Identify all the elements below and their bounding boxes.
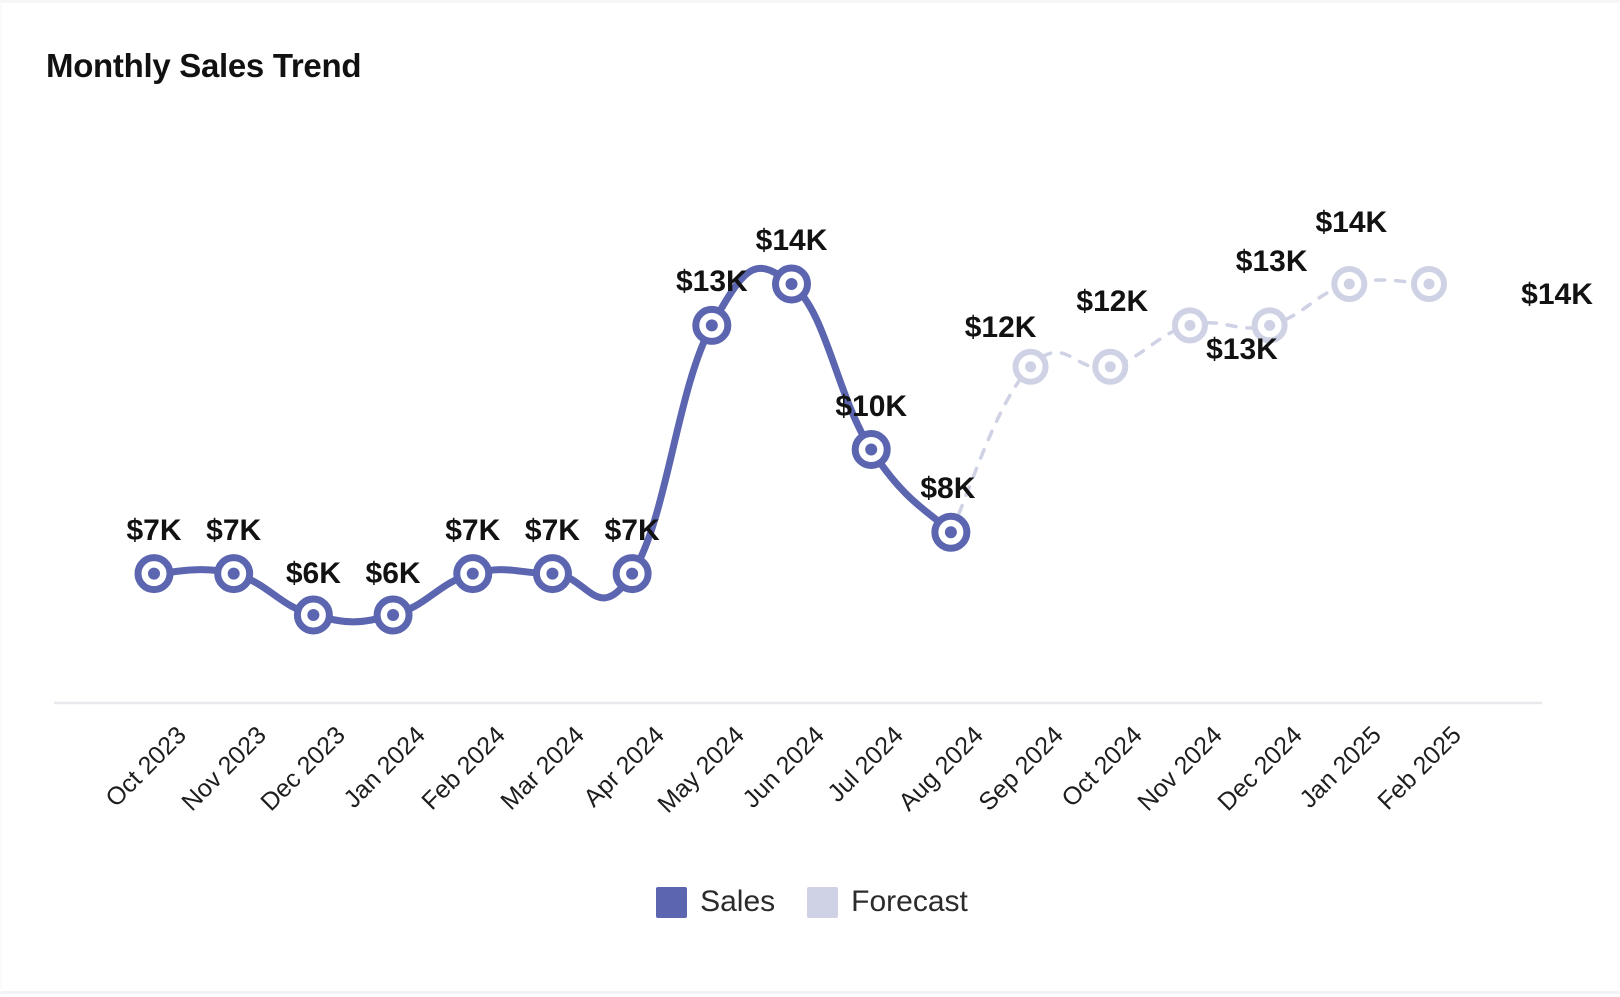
point-value-label: $13K <box>1235 245 1308 279</box>
data-point-core <box>387 609 400 621</box>
legend-item-forecast[interactable]: Forecast <box>807 885 968 919</box>
point-value-label: $7K <box>126 513 182 547</box>
series-layer <box>150 264 1431 626</box>
chart-legend: Sales Forecast <box>2 885 1620 919</box>
data-point-core <box>944 526 957 539</box>
point-value-label: $14K <box>1315 206 1388 239</box>
point-value-label: $8K <box>920 472 976 506</box>
data-point-core <box>307 609 320 621</box>
legend-item-sales[interactable]: Sales <box>656 885 775 919</box>
legend-swatch <box>656 886 688 918</box>
point-value-label: $13K <box>1206 333 1278 367</box>
data-point-core <box>546 567 559 580</box>
point-value-label: $14K <box>1521 278 1593 311</box>
point-value-label: $14K <box>755 224 828 257</box>
point-value-label: $13K <box>675 265 748 299</box>
legend-swatch <box>807 886 839 918</box>
chart-card: Monthly Sales Trend $7K $7K $6K $6K $7K $7K $7… <box>0 0 1620 994</box>
data-point-core <box>1025 361 1037 373</box>
data-point-core <box>1104 361 1116 373</box>
point-value-label: $12K <box>964 310 1037 344</box>
data-point-core <box>1264 319 1276 331</box>
data-point-core <box>1423 278 1435 290</box>
point-value-label: $12K <box>1076 284 1149 318</box>
chart-plot-area: $7K $7K $6K $6K $7K $7K $7K $13K $14K $10K $8K $12K… <box>2 3 1620 997</box>
data-point-core <box>785 278 798 290</box>
point-value-label: $6K <box>365 557 421 590</box>
data-point-core <box>865 443 878 456</box>
data-point-core <box>705 319 718 332</box>
data-point-core <box>626 567 639 580</box>
legend-label: Sales <box>700 885 776 918</box>
data-point-core <box>1184 319 1196 331</box>
data-point-core <box>1343 278 1355 290</box>
point-value-label: $7K <box>604 513 660 547</box>
data-point-core <box>227 567 240 580</box>
data-point-core <box>466 567 479 580</box>
point-value-label: $10K <box>835 389 908 423</box>
point-value-label: $7K <box>524 513 580 547</box>
data-point-core <box>148 567 160 580</box>
point-value-label: $6K <box>285 557 341 590</box>
legend-label: Forecast <box>851 885 968 918</box>
chart-svg <box>54 264 1542 705</box>
point-value-label: $7K <box>206 513 262 547</box>
point-value-label: $7K <box>445 513 501 547</box>
